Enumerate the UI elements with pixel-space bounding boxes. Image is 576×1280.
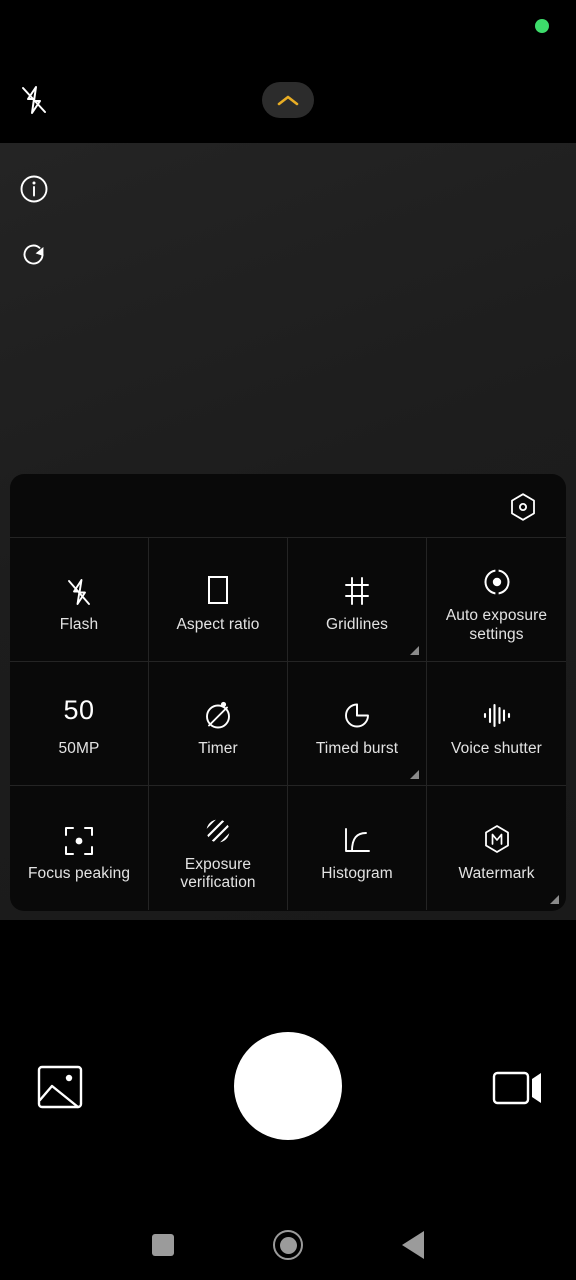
setting-label: 50MP [58,740,100,758]
flash-off-icon [65,564,93,608]
timed-burst-icon [341,688,373,732]
back-triangle-icon [402,1231,424,1259]
settings-panel-header [10,474,566,538]
setting-label: Focus peaking [27,864,131,882]
chevron-up-icon [277,95,299,105]
setting-flash[interactable]: Flash [10,538,149,662]
shutter-button[interactable] [234,1032,342,1140]
gridlines-icon [341,564,373,608]
viewfinder-left-tools [15,170,52,273]
setting-exposure-verification[interactable]: Exposure verification [149,786,288,910]
camera-settings-panel: Flash Aspect ratio Gridlines Auto exposu… [10,474,566,911]
setting-megapixels[interactable]: 50 50MP [10,662,149,786]
android-navigation-bar [0,1210,576,1280]
exposure-verify-icon [201,804,235,848]
setting-label: Timed burst [315,740,399,758]
home-circle-icon [273,1230,303,1260]
setting-label: Exposure verification [180,855,256,891]
setting-timed-burst[interactable]: Timed burst [288,662,427,786]
megapixel-value: 50 [63,688,94,732]
hexagon-settings-icon[interactable] [506,490,540,524]
histogram-icon [341,813,373,857]
setting-label: Histogram [321,864,393,882]
flash-off-icon[interactable] [14,80,54,120]
expandable-corner-indicator [550,895,559,904]
info-icon[interactable] [15,170,52,207]
refresh-icon[interactable] [15,236,52,273]
setting-histogram[interactable]: Histogram [288,786,427,910]
setting-label: Watermark [458,864,535,882]
setting-watermark[interactable]: Watermark [427,786,566,910]
nav-back-button[interactable] [351,1231,476,1259]
expandable-corner-indicator [410,646,419,655]
video-camera-icon[interactable] [491,1062,545,1112]
timer-off-icon [202,688,234,732]
top-bar [0,0,576,143]
setting-focus-peaking[interactable]: Focus peaking [10,786,149,910]
setting-aspect-ratio[interactable]: Aspect ratio [149,538,288,662]
setting-label: Voice shutter [451,740,542,758]
focus-peaking-icon [63,813,95,857]
setting-timer[interactable]: Timer [149,662,288,786]
nav-home-button[interactable] [226,1230,351,1260]
setting-voice-shutter[interactable]: Voice shutter [427,662,566,786]
setting-label: Aspect ratio [176,616,260,634]
setting-label: Timer [198,740,238,758]
setting-label: Auto exposure settings [445,607,548,643]
expand-settings-button[interactable] [262,82,314,118]
nav-recents-button[interactable] [101,1234,226,1256]
watermark-icon [481,813,513,857]
setting-gridlines[interactable]: Gridlines [288,538,427,662]
settings-grid: Flash Aspect ratio Gridlines Auto exposu… [10,538,566,910]
expandable-corner-indicator [410,770,419,779]
voice-shutter-icon [480,688,514,732]
auto-exposure-icon [481,555,513,599]
recents-square-icon [152,1234,174,1256]
aspect-ratio-icon [205,564,231,608]
megapixel-number: 50 [63,695,95,726]
camera-app-screen: Flash Aspect ratio Gridlines Auto exposu… [0,0,576,1280]
gallery-icon[interactable] [35,1062,85,1112]
camera-privacy-indicator-dot [535,19,549,33]
setting-auto-exposure[interactable]: Auto exposure settings [427,538,566,662]
setting-label: Gridlines [325,616,389,634]
setting-label: Flash [59,616,99,634]
